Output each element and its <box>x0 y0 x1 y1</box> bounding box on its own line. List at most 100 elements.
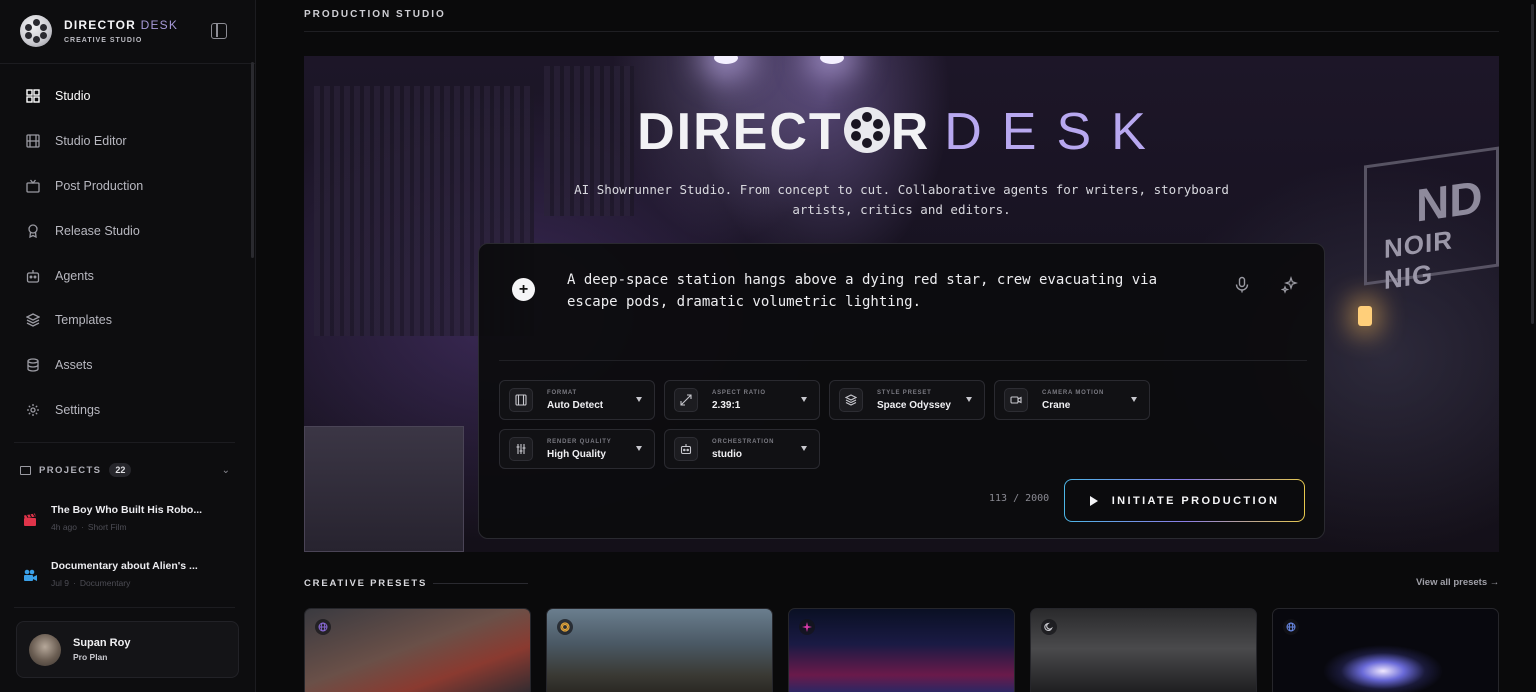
aspect-ratio-select[interactable]: ASPECT RATIO 2.39:1 <box>664 380 820 420</box>
spotlight-image <box>714 56 738 64</box>
project-meta: 4h ago · Short Film <box>51 522 127 532</box>
spotlight-image <box>820 56 844 64</box>
prompt-input[interactable]: A deep-space station hangs above a dying… <box>567 269 1187 313</box>
camera-motion-select[interactable]: CAMERA MOTION Crane <box>994 380 1150 420</box>
sidebar-scrollbar[interactable] <box>251 62 254 258</box>
sidebar-item-assets[interactable]: Assets <box>14 343 240 388</box>
sidebar-item-label: Studio Editor <box>55 134 127 149</box>
caret-down-icon <box>801 397 807 402</box>
page-title: PRODUCTION STUDIO <box>304 9 446 20</box>
sliders-icon <box>509 437 533 461</box>
hero-subtitle: AI Showrunner Studio. From concept to cu… <box>574 182 1229 217</box>
sidebar-item-label: Settings <box>55 402 101 417</box>
globe-icon <box>1283 619 1299 635</box>
equipment-rack-image <box>304 426 464 552</box>
clapperboard-icon <box>24 513 36 526</box>
sidebar: DIRECTOR DESK CREATIVE STUDIO Studio Stu… <box>0 0 256 692</box>
presets-title: CREATIVE PRESETS <box>304 578 428 589</box>
projects-header[interactable]: PROJECTS 22 ⌄ <box>20 462 230 478</box>
sidebar-item-label: Post Production <box>55 178 144 193</box>
film-reel-icon <box>843 107 890 153</box>
expand-icon <box>674 388 698 412</box>
caret-down-icon <box>966 397 972 402</box>
preset-card[interactable] <box>1030 608 1257 692</box>
sidebar-item-label: Assets <box>55 358 93 373</box>
divider <box>0 63 255 64</box>
initiate-production-button[interactable]: INITIATE PRODUCTION <box>1064 479 1305 522</box>
brand-name: DIRECTOR DESK <box>64 17 179 32</box>
cta-label: INITIATE PRODUCTION <box>1111 494 1280 507</box>
user-card[interactable]: Supan Roy Pro Plan <box>16 621 239 678</box>
caret-down-icon <box>636 446 642 451</box>
hero-logo: DIRECT R DESK <box>637 103 1166 161</box>
sidebar-item-label: Agents <box>55 268 94 283</box>
spark-icon <box>799 619 815 635</box>
sidebar-item-settings[interactable]: Settings <box>14 388 240 433</box>
database-icon <box>26 358 40 372</box>
globe-icon <box>315 619 331 635</box>
project-item[interactable]: The Boy Who Built His Robo... 4h ago · Sho… <box>22 504 232 532</box>
view-all-presets-link[interactable]: View all presets → <box>1416 577 1499 588</box>
project-item[interactable]: Documentary about Alien's ... Jul 9 · Docu… <box>22 560 232 588</box>
projects-count-badge: 22 <box>109 463 132 477</box>
user-name: Supan Roy <box>73 637 131 649</box>
sidebar-item-studio[interactable]: Studio <box>14 74 240 119</box>
avatar <box>29 633 61 666</box>
gear-icon <box>26 403 40 417</box>
caret-down-icon <box>1131 397 1137 402</box>
sidebar-item-post-production[interactable]: Post Production <box>14 164 240 209</box>
render-quality-select[interactable]: RENDER QUALITY High Quality <box>499 429 655 469</box>
chevron-down-icon[interactable]: ⌄ <box>222 465 230 476</box>
preset-card[interactable] <box>304 608 531 692</box>
preset-card[interactable] <box>1272 608 1499 692</box>
brand-subtitle: CREATIVE STUDIO <box>64 36 143 44</box>
sidebar-item-release-studio[interactable]: Release Studio <box>14 208 240 253</box>
project-title: The Boy Who Built His Robo... <box>51 504 203 516</box>
brand[interactable]: DIRECTOR DESK CREATIVE STUDIO <box>20 15 236 47</box>
street-lamp-image <box>1358 306 1372 326</box>
caret-down-icon <box>801 446 807 451</box>
video-camera-icon <box>24 569 37 581</box>
preset-card[interactable] <box>546 608 773 692</box>
divider <box>14 607 235 608</box>
project-title: Documentary about Alien's ... <box>51 560 198 572</box>
project-meta: Jul 9 · Documentary <box>51 578 131 588</box>
film-icon <box>26 134 40 148</box>
bot-icon <box>26 269 40 283</box>
style-preset-select[interactable]: STYLE PRESET Space Odyssey <box>829 380 985 420</box>
sidebar-item-templates[interactable]: Templates <box>14 298 240 343</box>
sidebar-item-label: Studio <box>55 89 91 104</box>
main-scrollbar[interactable] <box>1531 4 1534 324</box>
add-attachment-button[interactable]: + <box>512 278 535 301</box>
play-icon <box>1089 495 1098 506</box>
grid-icon <box>26 89 40 104</box>
award-icon <box>26 224 40 238</box>
sun-icon <box>557 619 573 635</box>
film-icon <box>509 388 533 412</box>
layers-icon <box>839 388 863 412</box>
main-content: PRODUCTION STUDIO ND NOIR NIG DIRECT R DE… <box>256 0 1536 692</box>
caret-down-icon <box>636 397 642 402</box>
bot-icon <box>674 437 698 461</box>
divider <box>304 31 1499 32</box>
tv-icon <box>26 179 40 193</box>
sidebar-toggle-icon[interactable] <box>211 23 227 39</box>
preset-card[interactable] <box>788 608 1015 692</box>
format-select[interactable]: FORMAT Auto Detect <box>499 380 655 420</box>
user-plan: Pro Plan <box>73 652 108 662</box>
character-counter: 113 / 2000 <box>989 493 1050 504</box>
layers-icon <box>26 313 40 328</box>
sidebar-item-label: Templates <box>55 313 112 328</box>
folder-icon <box>20 465 31 475</box>
divider <box>14 442 235 443</box>
sidebar-nav: Studio Studio Editor Post Production Rel… <box>14 74 240 432</box>
orchestration-select[interactable]: ORCHESTRATION studio <box>664 429 820 469</box>
video-icon <box>1004 388 1028 412</box>
sidebar-item-agents[interactable]: Agents <box>14 253 240 298</box>
film-reel-logo-icon <box>20 15 52 47</box>
sparkle-icon[interactable] <box>1281 276 1299 294</box>
divider <box>433 583 528 584</box>
microphone-icon[interactable] <box>1233 276 1251 294</box>
sidebar-item-studio-editor[interactable]: Studio Editor <box>14 119 240 164</box>
projects-title: PROJECTS <box>39 464 102 476</box>
